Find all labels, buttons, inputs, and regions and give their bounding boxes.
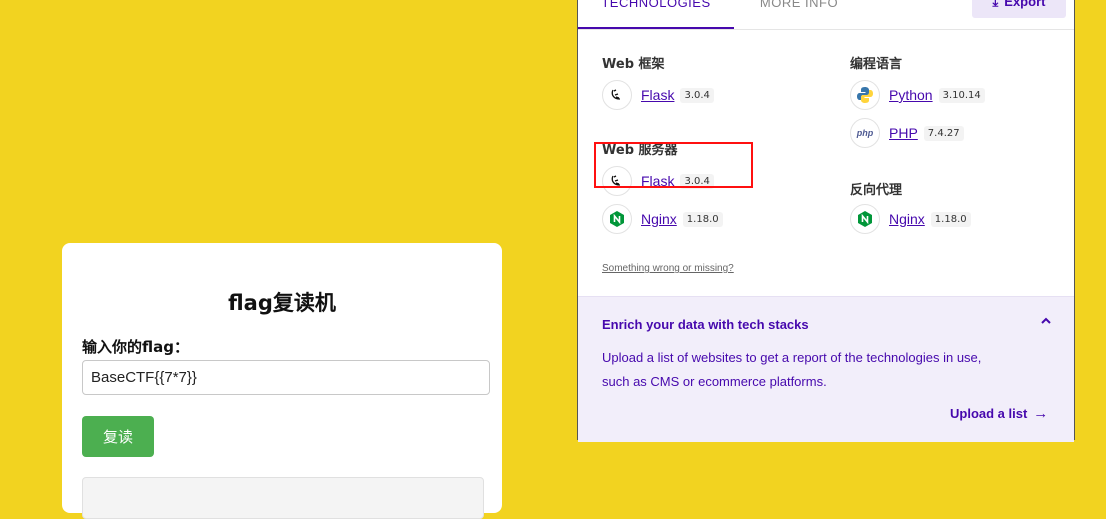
tech-name[interactable]: Nginx <box>641 211 677 227</box>
tech-name[interactable]: Flask <box>641 87 674 103</box>
nginx-icon <box>850 204 880 234</box>
result-box <box>82 477 484 519</box>
card-title: flag复读机 <box>228 291 336 315</box>
enrich-panel: Enrich your data with tech stacks Upload… <box>578 296 1074 442</box>
tab-bar: TECHNOLOGIES MORE INFO ⤓ Export <box>578 0 1074 30</box>
upload-list-link[interactable]: Upload a list → <box>950 405 1048 422</box>
something-wrong-link[interactable]: Something wrong or missing? <box>602 263 734 274</box>
flag-input-label: 输入你的flag： <box>82 338 189 356</box>
tech-row-nginx[interactable]: Nginx 1.18.0 <box>850 203 971 235</box>
upload-list-label: Upload a list <box>950 406 1028 421</box>
tech-name[interactable]: Python <box>889 87 933 103</box>
highlight-annotation-box <box>594 142 753 188</box>
repeat-button[interactable]: 复读 <box>82 416 154 457</box>
enrich-description: Upload a list of websites to get a repor… <box>602 350 982 389</box>
export-label: Export <box>1004 0 1046 9</box>
tech-row-php[interactable]: php PHP 7.4.27 <box>850 117 964 149</box>
flag-repeater-card: flag复读机 输入你的flag： 复读 <box>62 243 502 519</box>
chevron-up-icon[interactable] <box>1040 315 1052 330</box>
tab-more-info[interactable]: MORE INFO <box>734 0 864 29</box>
tech-row-nginx[interactable]: Nginx 1.18.0 <box>602 203 723 235</box>
tech-name[interactable]: PHP <box>889 125 918 141</box>
enrich-title[interactable]: Enrich your data with tech stacks <box>602 317 809 332</box>
tech-version: 1.18.0 <box>682 211 723 227</box>
download-icon: ⤓ <box>992 0 999 9</box>
nginx-icon <box>602 204 632 234</box>
tech-row-flask[interactable]: Flask 3.0.4 <box>602 79 714 111</box>
export-button[interactable]: ⤓ Export <box>972 0 1066 18</box>
category-reverse-proxy: 反向代理 <box>850 183 903 198</box>
tech-version: 7.4.27 <box>923 125 964 141</box>
arrow-right-icon: → <box>1033 405 1049 422</box>
tech-version: 3.10.14 <box>938 87 985 103</box>
wappalyzer-popup: TECHNOLOGIES MORE INFO ⤓ Export Web 框架 Fl… <box>577 0 1075 442</box>
flag-input[interactable] <box>82 360 490 395</box>
python-icon <box>850 80 880 110</box>
php-icon: php <box>850 118 880 148</box>
flask-icon <box>602 80 632 110</box>
tab-technologies[interactable]: TECHNOLOGIES <box>578 0 734 29</box>
category-web-framework: Web 框架 <box>602 57 665 72</box>
tech-row-python[interactable]: Python 3.10.14 <box>850 79 985 111</box>
tech-name[interactable]: Nginx <box>889 211 925 227</box>
tech-version: 1.18.0 <box>930 211 971 227</box>
tech-version: 3.0.4 <box>680 87 714 103</box>
category-programming-language: 编程语言 <box>850 57 903 72</box>
